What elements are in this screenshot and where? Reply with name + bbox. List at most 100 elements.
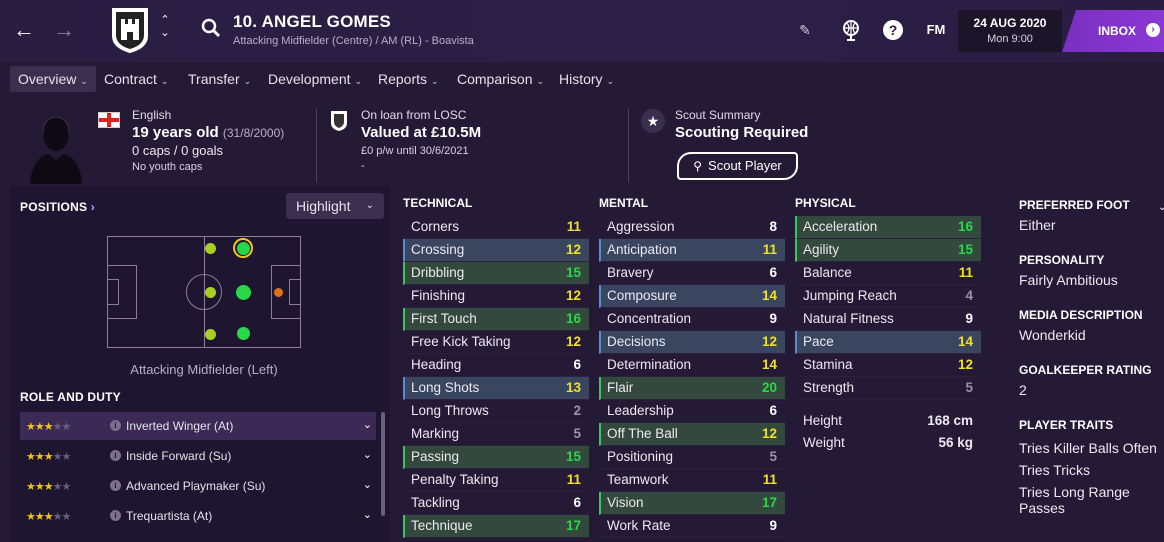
chevron-down-icon[interactable]: ⌄ (363, 508, 372, 521)
attribute-row[interactable]: Leadership 6 (599, 400, 785, 423)
attribute-value: 8 (769, 219, 777, 234)
position-dot-amc[interactable] (236, 285, 251, 300)
attribute-row[interactable]: Marking 5 (403, 423, 589, 446)
attribute-row[interactable]: Bravery 6 (599, 262, 785, 285)
attribute-row[interactable]: Finishing 12 (403, 285, 589, 308)
chevron-down-icon: ⌄ (243, 76, 252, 86)
tab-comparison[interactable]: Comparison ⌄ (449, 66, 552, 92)
tab-contract[interactable]: Contract ⌄ (96, 66, 176, 92)
position-dot-mr[interactable] (205, 329, 216, 340)
attribute-row[interactable]: Stamina 12 (795, 354, 981, 377)
role-row[interactable]: ★★★★★ i Trequartista (At) ⌄ (20, 502, 376, 530)
attribute-row[interactable]: Vision 17 (599, 492, 785, 515)
fm-logo[interactable]: FM (922, 18, 950, 42)
attribute-row[interactable]: Long Shots 13 (403, 377, 589, 400)
attribute-row[interactable]: Pace 14 (795, 331, 981, 354)
attribute-row[interactable]: Off The Ball 12 (599, 423, 785, 446)
info-icon[interactable]: i (110, 420, 121, 431)
info-icon[interactable]: i (110, 450, 121, 461)
info-icon[interactable]: i (110, 480, 121, 491)
role-rating-stars: ★★★★★ (26, 481, 71, 493)
attribute-row[interactable]: Passing 15 (403, 446, 589, 469)
position-dot-amr[interactable] (237, 327, 250, 340)
edit-icon[interactable]: ✎ (796, 18, 814, 42)
chevron-down-icon[interactable]: ⌄ (363, 448, 372, 461)
attribute-row[interactable]: Teamwork 11 (599, 469, 785, 492)
tab-development[interactable]: Development ⌄ (260, 66, 370, 92)
attribute-row[interactable]: Natural Fitness 9 (795, 308, 981, 331)
attribute-row[interactable]: Work Rate 9 (599, 515, 785, 538)
position-dot-ml[interactable] (205, 243, 216, 254)
back-arrow-icon[interactable]: ← (10, 16, 38, 44)
role-row[interactable]: ★★★★★ i Advanced Playmaker (Su) ⌄ (20, 472, 376, 500)
roles-scrollbar[interactable] (381, 412, 385, 516)
divider (316, 108, 317, 182)
attribute-row[interactable]: Crossing 12 (403, 239, 589, 262)
attribute-label: Concentration (607, 311, 692, 326)
tab-transfer[interactable]: Transfer ⌄ (180, 66, 259, 92)
loan-status[interactable]: On loan from LOSC (361, 108, 481, 122)
attribute-label: Heading (411, 357, 462, 372)
position-dot-mc[interactable] (205, 287, 216, 298)
attribute-row[interactable]: Positioning 5 (599, 446, 785, 469)
positions-title[interactable]: POSITIONS › (20, 200, 95, 214)
attribute-row[interactable]: Free Kick Taking 12 (403, 331, 589, 354)
weight-row: Weight 56 kg (795, 432, 981, 454)
tab-overview[interactable]: Overview ⌄ (10, 66, 96, 92)
club-crest-icon[interactable] (108, 6, 152, 54)
switch-player-icon[interactable]: ⌃ ⌄ (158, 14, 172, 44)
position-dot-aml[interactable] (237, 242, 250, 255)
attribute-row[interactable]: Aggression 8 (599, 216, 785, 239)
attribute-row[interactable]: Decisions 12 (599, 331, 785, 354)
attribute-row[interactable]: Penalty Taking 11 (403, 469, 589, 492)
attribute-row[interactable]: Tackling 6 (403, 492, 589, 515)
attribute-row[interactable]: Composure 14 (599, 285, 785, 308)
caps-goals: 0 caps / 0 goals (132, 143, 224, 158)
attribute-value: 12 (761, 334, 777, 349)
attribute-row[interactable]: Corners 11 (403, 216, 589, 239)
attribute-row[interactable]: Concentration 9 (599, 308, 785, 331)
role-row[interactable]: ★★★★★ i Inverted Winger (At) ⌄ (20, 412, 376, 440)
attribute-label: Leadership (607, 403, 674, 418)
tab-reports[interactable]: Reports ⌄ (370, 66, 447, 92)
attribute-row[interactable]: Long Throws 2 (403, 400, 589, 423)
attribute-row[interactable]: Jumping Reach 4 (795, 285, 981, 308)
attribute-row[interactable]: First Touch 16 (403, 308, 589, 331)
attribute-value: 12 (957, 357, 973, 372)
attribute-row[interactable]: Acceleration 16 (795, 216, 981, 239)
role-row[interactable]: ★★★★★ i Inside Forward (Su) ⌄ (20, 442, 376, 470)
attribute-row[interactable]: Technique 17 (403, 515, 589, 538)
attribute-row[interactable]: Heading 6 (403, 354, 589, 377)
chevron-down-icon[interactable]: ⌄ (363, 418, 372, 431)
attribute-row[interactable]: Strength 5 (795, 377, 981, 400)
scout-player-button[interactable]: ⚲ Scout Player (677, 152, 798, 180)
attribute-label: Anticipation (607, 242, 677, 257)
highlight-dropdown[interactable]: Highlight ⌄ (286, 193, 384, 219)
info-icon[interactable]: i (110, 510, 121, 521)
goal-area-left (107, 279, 119, 305)
player-trait: Tries Long Range Passes (1019, 484, 1130, 516)
attribute-row[interactable]: Determination 14 (599, 354, 785, 377)
attribute-value: 14 (957, 334, 973, 349)
role-rating-stars: ★★★★★ (26, 421, 71, 433)
attribute-row[interactable]: Dribbling 15 (403, 262, 589, 285)
help-icon[interactable]: ? (882, 18, 904, 42)
tab-history[interactable]: History ⌄ (551, 66, 622, 92)
attribute-row[interactable]: Agility 15 (795, 239, 981, 262)
inbox-button[interactable]: INBOX › (1062, 10, 1164, 52)
forward-arrow-icon[interactable]: → (50, 16, 78, 44)
attribute-row[interactable]: Balance 11 (795, 262, 981, 285)
role-rating-stars: ★★★★★ (26, 451, 71, 463)
search-icon[interactable] (201, 18, 221, 38)
date-display[interactable]: 24 AUG 2020 Mon 9:00 (958, 10, 1062, 52)
position-dot-st[interactable] (274, 288, 283, 297)
chevron-down-icon[interactable]: ⌄ (363, 478, 372, 491)
world-icon[interactable] (840, 18, 862, 42)
attribute-label: Strength (803, 380, 855, 395)
attribute-value: 9 (769, 518, 777, 533)
attribute-row[interactable]: Flair 20 (599, 377, 785, 400)
attribute-row[interactable]: Anticipation 11 (599, 239, 785, 262)
chevron-down-icon[interactable]: ⌄ (1158, 202, 1164, 213)
star-icon: ★ (641, 109, 665, 133)
personality-label: PERSONALITY (1019, 253, 1105, 267)
